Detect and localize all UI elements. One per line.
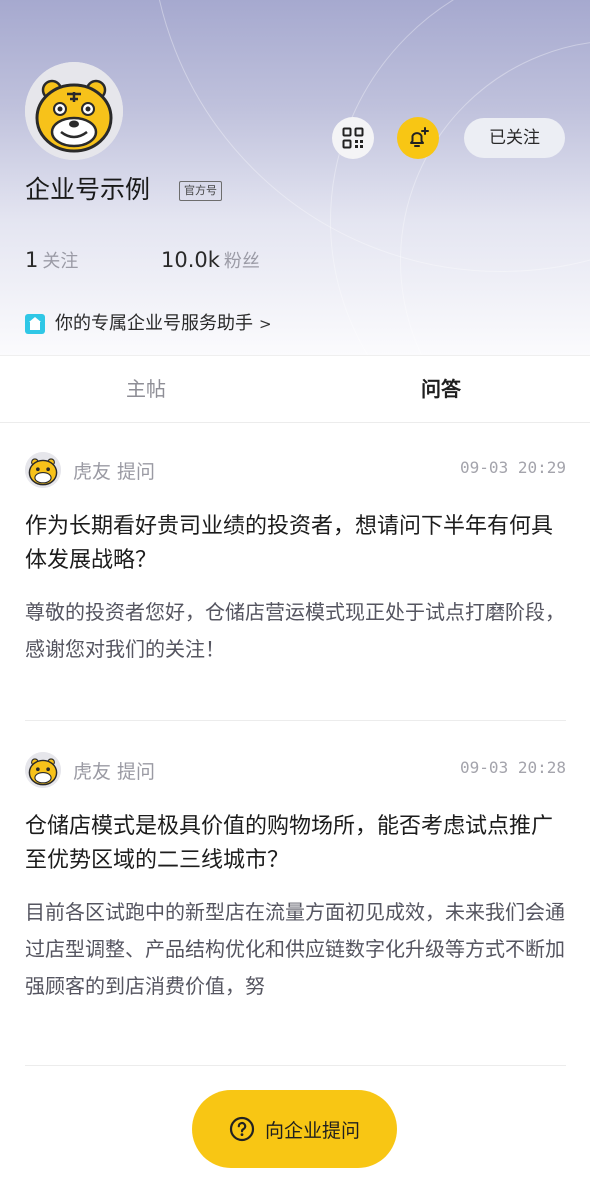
answer-text: 尊敬的投资者您好，仓储店营运模式现正处于试点打磨阶段，感谢您对我们的关注！: [25, 600, 565, 661]
qa-timestamp: 09-03 20:29: [460, 458, 566, 477]
tiger-avatar-icon: [25, 452, 61, 488]
profile-header: 企业号示例 官方号 已关注 1 关注 10.0k 粉丝 你的专属企业号服务助手 …: [0, 0, 590, 355]
tiger-avatar-icon: [25, 62, 123, 160]
enterprise-assistant-icon: [25, 314, 45, 334]
question-text: 仓储店模式是极具价值的购物场所，能否考虑试点推广至优势区域的二三线城市？: [25, 814, 554, 873]
fans-label: 粉丝: [223, 251, 260, 272]
asker-label: 虎友 提问: [73, 460, 156, 483]
ask-company-button[interactable]: 向企业提问: [192, 1090, 397, 1168]
tiger-avatar-icon: [25, 752, 61, 788]
qr-code-icon: [342, 127, 364, 149]
asker-row: 虎友 提问: [25, 452, 155, 488]
following-stat[interactable]: 1 关注: [25, 245, 78, 277]
qr-code-button[interactable]: [332, 117, 374, 159]
question-circle-icon: [229, 1116, 255, 1142]
question-text: 作为长期看好贵司业绩的投资者，想请问下半年有何具体发展战略？: [25, 514, 554, 573]
following-count: 1: [25, 248, 39, 272]
qa-item[interactable]: 虎友 提问 09-03 20:28 仓储店模式是极具价值的购物场所，能否考虑试点…: [25, 752, 566, 1022]
tab-qa[interactable]: 问答: [421, 374, 461, 404]
divider: [25, 720, 566, 721]
avatar[interactable]: [25, 752, 61, 788]
subscribe-bell-button[interactable]: [397, 117, 439, 159]
chevron-right-icon: >: [259, 315, 272, 333]
following-label: 关注: [42, 251, 79, 272]
divider: [25, 1065, 566, 1066]
asker-label: 虎友 提问: [73, 760, 156, 783]
tab-posts[interactable]: 主帖: [126, 374, 166, 404]
ask-button-label: 向企业提问: [264, 1119, 360, 1142]
avatar[interactable]: [25, 62, 123, 160]
asker-row: 虎友 提问: [25, 752, 155, 788]
official-badge: 官方号: [179, 181, 222, 201]
profile-name: 企业号示例: [25, 175, 151, 204]
bell-plus-icon: [410, 127, 429, 147]
fans-count: 10.0k: [161, 248, 220, 272]
answer-text: 目前各区试跑中的新型店在流量方面初见成效，未来我们会通过店型调整、产品结构优化和…: [25, 900, 565, 998]
follow-button[interactable]: 已关注: [464, 118, 565, 158]
avatar[interactable]: [25, 452, 61, 488]
tab-bar: 主帖 问答: [0, 355, 590, 423]
fans-stat[interactable]: 10.0k 粉丝: [161, 245, 260, 277]
assistant-text: 你的专属企业号服务助手: [55, 313, 253, 334]
enterprise-assistant-link[interactable]: 你的专属企业号服务助手 >: [25, 309, 272, 339]
qa-timestamp: 09-03 20:28: [460, 758, 566, 777]
qa-item[interactable]: 虎友 提问 09-03 20:29 作为长期看好贵司业绩的投资者，想请问下半年有…: [25, 452, 566, 682]
